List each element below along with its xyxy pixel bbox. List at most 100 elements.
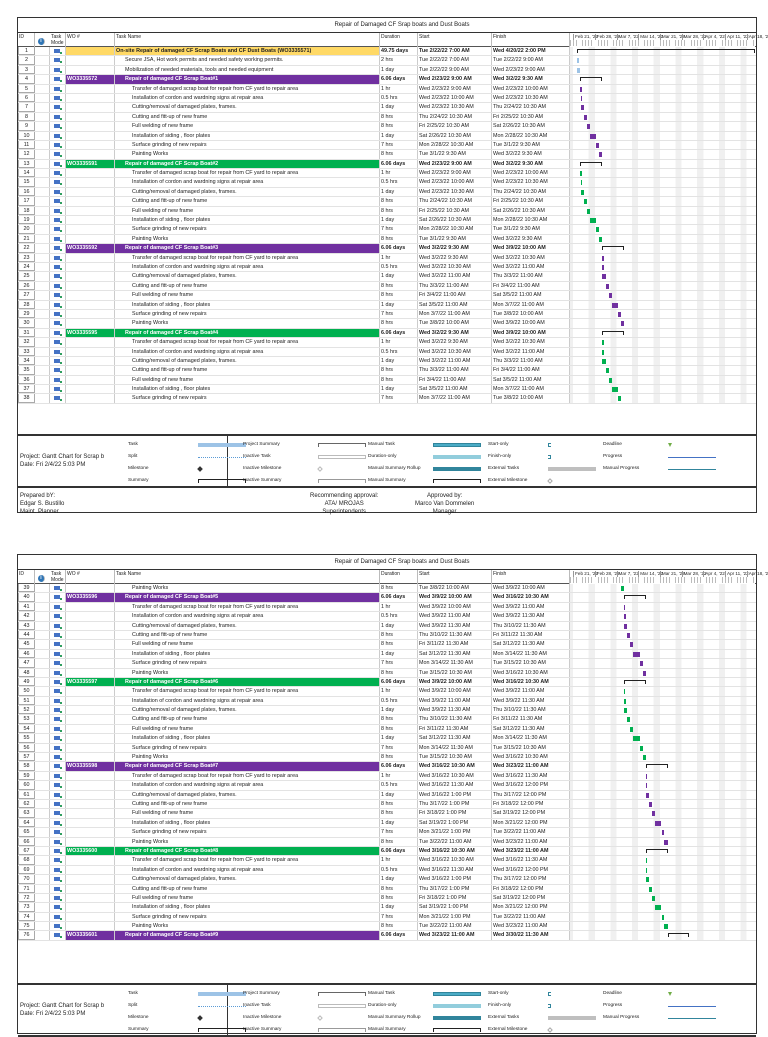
task-duration[interactable]: 7 hrs [380,743,418,753]
task-finish[interactable]: Wed 3/2/22 11:00 AM [492,347,570,356]
task-bar[interactable] [652,811,656,817]
task-duration[interactable]: 2 hrs [380,56,418,65]
task-duration[interactable]: 6.06 days [380,244,418,253]
task-bar[interactable] [583,114,587,120]
task-duration[interactable]: 1 day [380,131,418,140]
task-finish[interactable]: Wed 3/2/22 9:30 AM [492,75,570,84]
table-row[interactable]: 16 Cutting/removal of damaged plates, fra… [18,187,756,198]
task-start[interactable]: Wed 3/2/22 10:30 AM [418,262,492,272]
task-name[interactable]: Full welding of new frame [115,122,380,131]
task-start[interactable]: Mon 2/28/22 10:30 AM [418,225,492,234]
task-bar[interactable] [645,867,648,873]
task-name[interactable]: Transfer of damaged scrap boat for repai… [115,771,380,781]
task-duration[interactable]: 8 hrs [380,234,418,244]
task-start[interactable]: Tue 2/22/22 7:00 AM [418,47,492,56]
task-start[interactable]: Wed 3/16/22 10:30 AM [418,856,492,865]
table-row[interactable]: 37 Installation of siding , floor plates 1… [18,385,756,395]
task-name[interactable]: Installation of cordon and wardning sign… [115,612,380,621]
task-bar[interactable] [617,311,621,317]
task-name[interactable]: Full welding of new frame [115,640,380,649]
task-name[interactable]: Painting Works [115,922,380,931]
task-duration[interactable]: 7 hrs [380,394,418,403]
task-start[interactable]: Tue 3/22/22 11:00 AM [418,837,492,846]
task-duration[interactable]: 1 day [380,875,418,884]
task-name[interactable]: Transfer of damaged scrap boat for repai… [115,602,380,612]
table-row[interactable]: 27 Full welding of new frame 8 hrs Fri 3/4/… [18,291,756,301]
task-duration[interactable]: 8 hrs [380,809,418,818]
task-bar[interactable] [620,586,624,591]
table-row[interactable]: 6 Installation of cordon and wardning sig… [18,93,756,104]
task-name[interactable]: Cutting/removal of damaged plates, frame… [115,706,380,715]
table-row[interactable]: 68 Transfer of damaged scrap boat for rep… [18,856,756,866]
task-name[interactable]: Repair of damaged CF Scrap Boat#7 [115,762,380,771]
task-name[interactable]: Repair of damaged CF Scrap Boat#1 [115,75,380,84]
task-name[interactable]: Cutting and fitt-up of new frame [115,884,380,893]
task-bar[interactable] [580,105,584,111]
task-start[interactable]: Fri 3/11/22 11:30 AM [418,724,492,734]
task-duration[interactable]: 0.5 hrs [380,93,418,103]
task-finish[interactable]: Wed 3/16/22 12:00 PM [492,781,570,790]
table-row[interactable]: 45 Full welding of new frame 8 hrs Fri 3/11… [18,640,756,650]
task-name[interactable]: Transfer of damaged scrap boat for repai… [115,338,380,347]
task-bar[interactable] [630,726,634,732]
task-start[interactable]: Wed 3/2/22 9:30 AM [418,338,492,347]
task-duration[interactable]: 6.06 days [380,159,418,169]
task-finish[interactable]: Wed 2/23/22 9:00 AM [492,65,570,75]
table-row[interactable]: 48 Painting Works 8 hrs Tue 3/15/22 10:30 A… [18,668,756,678]
task-start[interactable]: Sat 3/12/22 11:30 AM [418,649,492,659]
task-name[interactable]: Transfer of damaged scrap boat for repai… [115,253,380,262]
task-duration[interactable]: 8 hrs [380,366,418,375]
task-duration[interactable]: 6.06 days [380,328,418,338]
task-finish[interactable]: Thu 3/17/22 12:00 PM [492,790,570,799]
task-name[interactable]: Cutting and fitt-up of new frame [115,799,380,809]
task-duration[interactable]: 1 day [380,385,418,394]
column-header-wo[interactable]: WO # [66,570,115,584]
task-start[interactable]: Mon 3/21/22 1:00 PM [418,828,492,837]
task-duration[interactable]: 1 day [380,790,418,799]
task-name[interactable]: Cutting/removal of damaged plates, frame… [115,875,380,884]
task-duration[interactable]: 8 hrs [380,197,418,206]
task-start[interactable]: Wed 3/23/22 11:00 AM [418,931,492,940]
task-duration[interactable]: 8 hrs [380,893,418,903]
table-row[interactable]: 47 Surface grinding of new repairs 7 hrs Mo… [18,659,756,669]
task-bar[interactable] [611,387,618,393]
table-row[interactable]: 36 Full welding of new frame 8 hrs Fri 3/4/… [18,375,756,386]
task-duration[interactable]: 1 hr [380,687,418,696]
task-finish[interactable]: Sat 2/26/22 10:30 AM [492,206,570,216]
table-row[interactable]: 5 Transfer of damaged scrap boat for repa… [18,84,756,94]
task-name[interactable]: Repair of damaged CF Scrap Boat#3 [115,244,380,253]
task-start[interactable]: Thu 3/10/22 11:30 AM [418,715,492,724]
task-name[interactable]: Surface grinding of new repairs [115,743,380,753]
task-name[interactable]: Full welding of new frame [115,291,380,300]
task-bar[interactable] [617,396,621,402]
task-finish[interactable]: Wed 3/23/22 11:00 AM [492,837,570,846]
task-start[interactable]: Sat 2/26/22 10:30 AM [418,216,492,225]
task-name[interactable]: Painting Works [115,234,380,244]
task-duration[interactable]: 8 hrs [380,630,418,640]
task-finish[interactable]: Wed 3/9/22 10:00 AM [492,244,570,253]
task-finish[interactable]: Tue 3/15/22 10:30 AM [492,743,570,753]
summary-bar[interactable] [667,933,690,938]
task-duration[interactable]: 1 day [380,216,418,225]
task-bar[interactable] [642,755,646,761]
task-finish[interactable]: Tue 3/22/22 11:00 AM [492,912,570,922]
task-name[interactable]: Cutting and fitt-up of new frame [115,366,380,375]
task-start[interactable]: Thu 3/17/22 1:00 PM [418,799,492,809]
task-bar[interactable] [645,773,648,779]
task-start[interactable]: Wed 3/16/22 10:30 AM [418,846,492,856]
task-finish[interactable]: Sat 2/26/22 10:30 AM [492,122,570,131]
task-bar[interactable] [664,839,668,845]
task-name[interactable]: Repair of damaged CF Scrap Boat#4 [115,328,380,338]
task-bar[interactable] [589,133,597,139]
task-duration[interactable]: 6.06 days [380,593,418,602]
task-bar[interactable] [620,321,624,327]
task-finish[interactable]: Sat 3/12/22 11:30 AM [492,640,570,649]
table-row[interactable]: 12 Painting Works 8 hrs Tue 3/1/22 9:30 AM W… [18,150,756,160]
task-name[interactable]: Repair of damaged CF Scrap Boat#8 [115,846,380,856]
table-row[interactable]: 3 Mobilization of needed materials, tools… [18,65,756,76]
table-row[interactable]: 74 Surface grinding of new repairs 7 hrs Mo… [18,912,756,923]
task-start[interactable]: Sat 2/26/22 10:30 AM [418,131,492,140]
task-duration[interactable]: 8 hrs [380,837,418,846]
task-bar[interactable] [599,236,603,242]
table-row[interactable]: 73 Installation of siding , floor plates 1… [18,903,756,913]
